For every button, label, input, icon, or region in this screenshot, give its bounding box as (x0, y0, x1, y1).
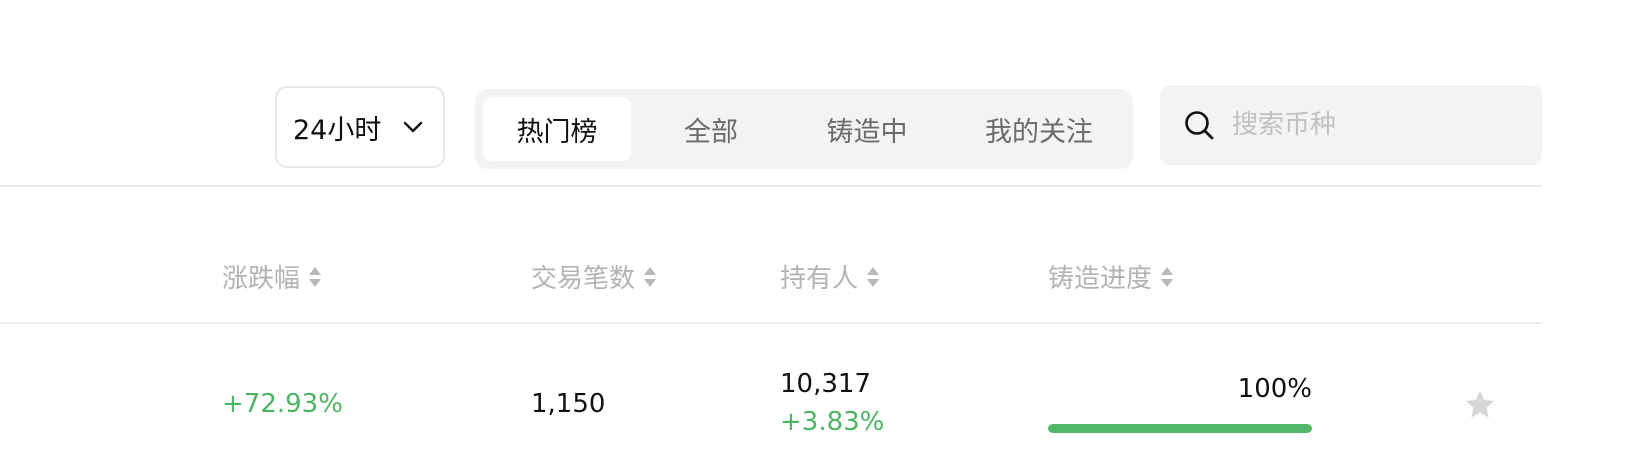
header-trades-label: 交易笔数 (531, 264, 636, 294)
change-value: +72.93% (222, 389, 343, 419)
holders-value: 10,317 (780, 369, 871, 399)
mint-progress-label: 100% (1237, 374, 1312, 404)
toolbar-divider (0, 185, 1542, 187)
header-holders-label: 持有人 (780, 264, 859, 294)
sort-icon (1160, 265, 1174, 289)
mint-progress-bar (1048, 424, 1312, 433)
search-icon (1182, 108, 1216, 142)
header-holders[interactable]: 持有人 (780, 258, 880, 295)
tab-watchlist[interactable]: 我的关注 (953, 97, 1125, 161)
mint-progress-fill (1048, 424, 1312, 433)
time-range-dropdown[interactable]: 24小时 (275, 86, 445, 168)
tab-minting[interactable]: 铸造中 (787, 97, 947, 161)
header-mint-progress-label: 铸造进度 (1048, 264, 1153, 294)
header-mint-progress[interactable]: 铸造进度 (1048, 258, 1174, 295)
time-range-value: 24小时 (293, 114, 382, 146)
sort-icon (866, 265, 880, 289)
trades-value: 1,150 (531, 389, 606, 419)
header-change[interactable]: 涨跌幅 (222, 258, 322, 295)
tab-all[interactable]: 全部 (641, 97, 781, 161)
holders-change-value: +3.83% (780, 407, 885, 437)
header-change-label: 涨跌幅 (222, 264, 301, 294)
header-trades[interactable]: 交易笔数 (531, 258, 657, 295)
tab-hot[interactable]: 热门榜 (483, 97, 631, 161)
ranking-tabs: 热门榜 全部 铸造中 我的关注 (475, 89, 1133, 169)
search-box (1160, 85, 1542, 165)
sort-icon (308, 265, 322, 289)
star-icon[interactable] (1462, 387, 1498, 427)
chevron-down-icon (403, 121, 423, 133)
sort-icon (643, 265, 657, 289)
search-input[interactable] (1230, 109, 1534, 141)
